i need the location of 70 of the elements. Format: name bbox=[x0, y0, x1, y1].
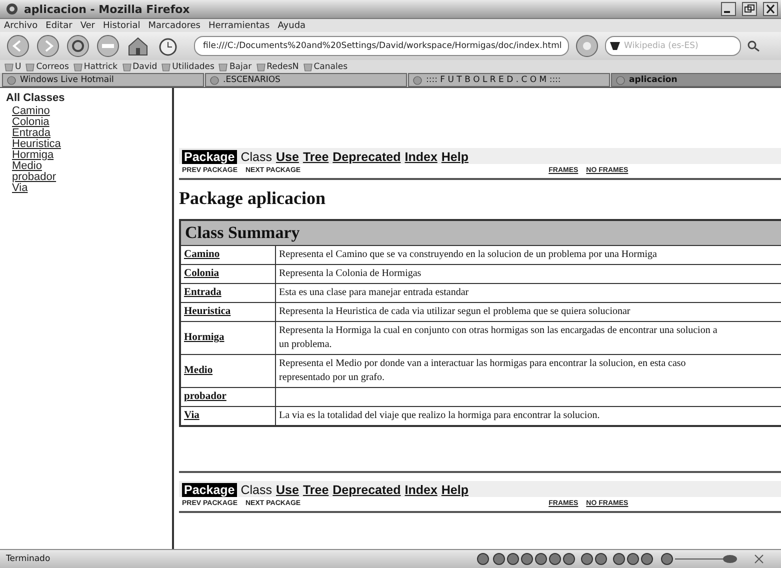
menu-item[interactable]: Editar bbox=[46, 20, 72, 30]
class-link[interactable]: Entrada bbox=[12, 128, 51, 139]
class-link[interactable]: Entrada bbox=[184, 287, 222, 298]
nav-link[interactable]: Use bbox=[276, 483, 299, 497]
current-nav-item[interactable]: Package bbox=[182, 483, 237, 497]
nav-item[interactable]: Class bbox=[240, 150, 272, 164]
bookmark-folder[interactable]: David bbox=[122, 62, 158, 72]
class-link[interactable]: Medio bbox=[184, 365, 213, 376]
class-link[interactable]: Colonia bbox=[12, 117, 50, 128]
frame-title: All Classes bbox=[6, 92, 66, 104]
browser-tab[interactable]: :::: F U T B O L R E D . C O M :::: bbox=[408, 73, 610, 87]
window-title: aplicacion - Mozilla Firefox bbox=[24, 2, 191, 16]
menu-item[interactable]: Archivo bbox=[4, 20, 38, 30]
nav-link[interactable]: Tree bbox=[302, 483, 329, 497]
class-link[interactable]: Heuristica bbox=[184, 306, 231, 317]
bookmark-folder[interactable]: Bajar bbox=[218, 62, 252, 72]
class-link[interactable]: Via bbox=[12, 183, 28, 194]
bookmark-folder[interactable]: Hattrick bbox=[72, 62, 118, 72]
current-nav-item[interactable]: Package bbox=[182, 150, 237, 164]
page-icon bbox=[413, 76, 422, 84]
class-link[interactable]: probador bbox=[184, 391, 226, 402]
stop-button[interactable] bbox=[96, 34, 120, 58]
bookmark-folder[interactable]: U bbox=[4, 62, 22, 72]
page-icon bbox=[7, 76, 16, 84]
browser-logo-icon bbox=[6, 3, 18, 15]
bookmark-folder[interactable]: Canales bbox=[302, 62, 348, 72]
class-link[interactable]: Camino bbox=[184, 249, 220, 260]
bookmark-folder[interactable]: Utilidades bbox=[161, 62, 214, 72]
reload-button[interactable] bbox=[66, 34, 90, 58]
nav-link[interactable]: Deprecated bbox=[332, 150, 401, 164]
page-icon bbox=[210, 76, 219, 84]
nav-link[interactable]: Help bbox=[441, 150, 468, 164]
minimize-button[interactable] bbox=[721, 2, 736, 16]
page-heading: Package aplicacion bbox=[179, 188, 326, 209]
menu-item[interactable]: Herramientas bbox=[208, 20, 270, 30]
nav-link[interactable]: Index bbox=[404, 150, 438, 164]
address-field[interactable]: file:///C:/Documents%20and%20Settings/David/workspace/Hormigas/doc/index.html bbox=[194, 36, 569, 56]
back-button[interactable] bbox=[6, 34, 30, 58]
close-button[interactable] bbox=[763, 2, 778, 16]
nav-link[interactable]: Deprecated bbox=[332, 483, 401, 497]
search-icon[interactable] bbox=[747, 40, 761, 52]
menu-item[interactable]: Historial bbox=[103, 20, 140, 30]
menu-item[interactable]: Marcadores bbox=[148, 20, 200, 30]
class-link[interactable]: Colonia bbox=[184, 268, 220, 279]
nav-link[interactable]: Help bbox=[441, 483, 468, 497]
nav-link[interactable]: Use bbox=[276, 150, 299, 164]
menu-item[interactable]: Ver bbox=[80, 20, 96, 30]
forward-button[interactable] bbox=[36, 34, 60, 58]
browser-tab[interactable]: aplicacion bbox=[611, 73, 781, 87]
class-link[interactable]: Hormiga bbox=[184, 332, 224, 343]
nav-link[interactable]: Tree bbox=[302, 150, 329, 164]
class-link[interactable]: Via bbox=[184, 410, 200, 421]
class-link[interactable]: Hormiga bbox=[12, 150, 54, 161]
table-title: Class Summary bbox=[180, 220, 781, 246]
menu-item[interactable]: Ayuda bbox=[278, 20, 306, 30]
page-icon bbox=[616, 76, 625, 84]
class-link[interactable]: Heuristica bbox=[12, 139, 61, 150]
restore-button[interactable] bbox=[742, 2, 757, 16]
search-engine-icon bbox=[610, 41, 620, 51]
bookmark-folder[interactable]: Correos bbox=[25, 62, 69, 72]
bookmark-folder[interactable]: RedesN bbox=[256, 62, 299, 72]
browser-tab[interactable]: .ESCENARIOS bbox=[205, 73, 407, 87]
browser-tab[interactable]: Windows Live Hotmail bbox=[2, 73, 204, 87]
nav-link[interactable]: Index bbox=[404, 483, 438, 497]
class-link[interactable]: Camino bbox=[12, 106, 50, 117]
go-button[interactable] bbox=[575, 34, 599, 58]
class-link[interactable]: Medio bbox=[12, 161, 42, 172]
status-text: Terminado bbox=[6, 554, 52, 564]
nav-item[interactable]: Class bbox=[240, 483, 272, 497]
class-link[interactable]: probador bbox=[12, 172, 56, 183]
